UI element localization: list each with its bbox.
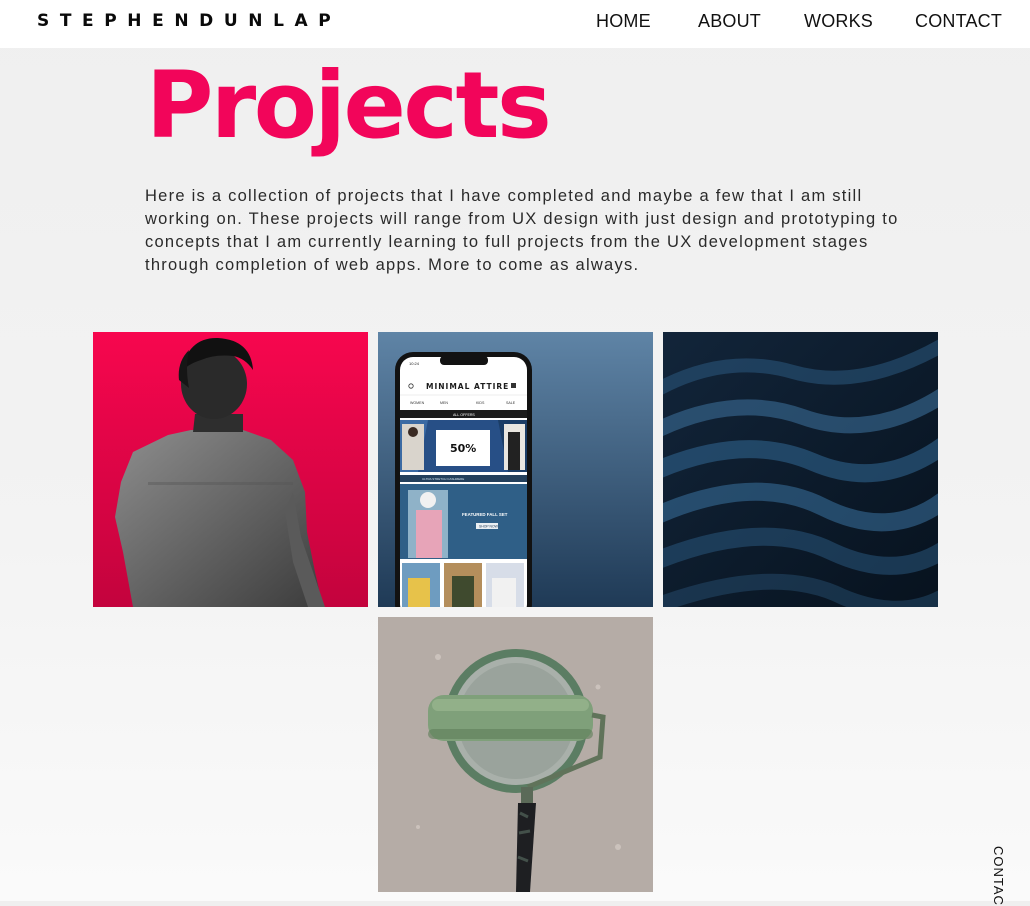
phone-menu-men: MEN [440, 401, 448, 405]
project-tile-person[interactable] [93, 332, 368, 607]
project-tile-minimal-attire[interactable]: 10:24 MINIMAL ATTIRE WOMEN MEN KIDS SALE… [378, 332, 653, 607]
project-image-paint-roller [378, 617, 653, 892]
phone-brand: MINIMAL ATTIRE [426, 382, 509, 391]
project-image-person [93, 332, 368, 607]
project-tile-paint-roller[interactable] [378, 617, 653, 892]
phone-time: 10:24 [409, 361, 420, 366]
phone-strip: ULTRA STRETCH CASHMERE [422, 477, 464, 481]
phone-banner-top: ALL OFFERS [453, 413, 475, 417]
phone-menu-kids: KIDS [476, 401, 485, 405]
site-header: STEPHENDUNLAP HOME ABOUT WORKS CONTACT [0, 0, 1030, 48]
nav-about[interactable]: ABOUT [698, 11, 761, 32]
nav-works[interactable]: WORKS [804, 11, 873, 32]
page-title: Projects [146, 52, 552, 159]
site-logo[interactable]: STEPHENDUNLAP [37, 11, 341, 31]
nav-home[interactable]: HOME [596, 11, 651, 32]
project-image-phone-mockup: 10:24 MINIMAL ATTIRE WOMEN MEN KIDS SALE… [378, 332, 653, 607]
bag-icon [511, 383, 516, 388]
project-image-fabric [663, 332, 938, 607]
intro-paragraph: Here is a collection of projects that I … [145, 187, 899, 274]
project-tile-fabric[interactable] [663, 332, 938, 607]
side-contact-label[interactable]: CONTAC [991, 846, 1006, 906]
phone-sale-percent: 50% [450, 442, 476, 455]
phone-menu-women: WOMEN [410, 401, 425, 405]
phone-menu-sale: SALE [506, 401, 516, 405]
phone-shop-now: SHOP NOW [479, 525, 499, 529]
nav-contact[interactable]: CONTACT [915, 11, 1002, 32]
phone-featured: FEATURED FALL SET [462, 512, 508, 517]
